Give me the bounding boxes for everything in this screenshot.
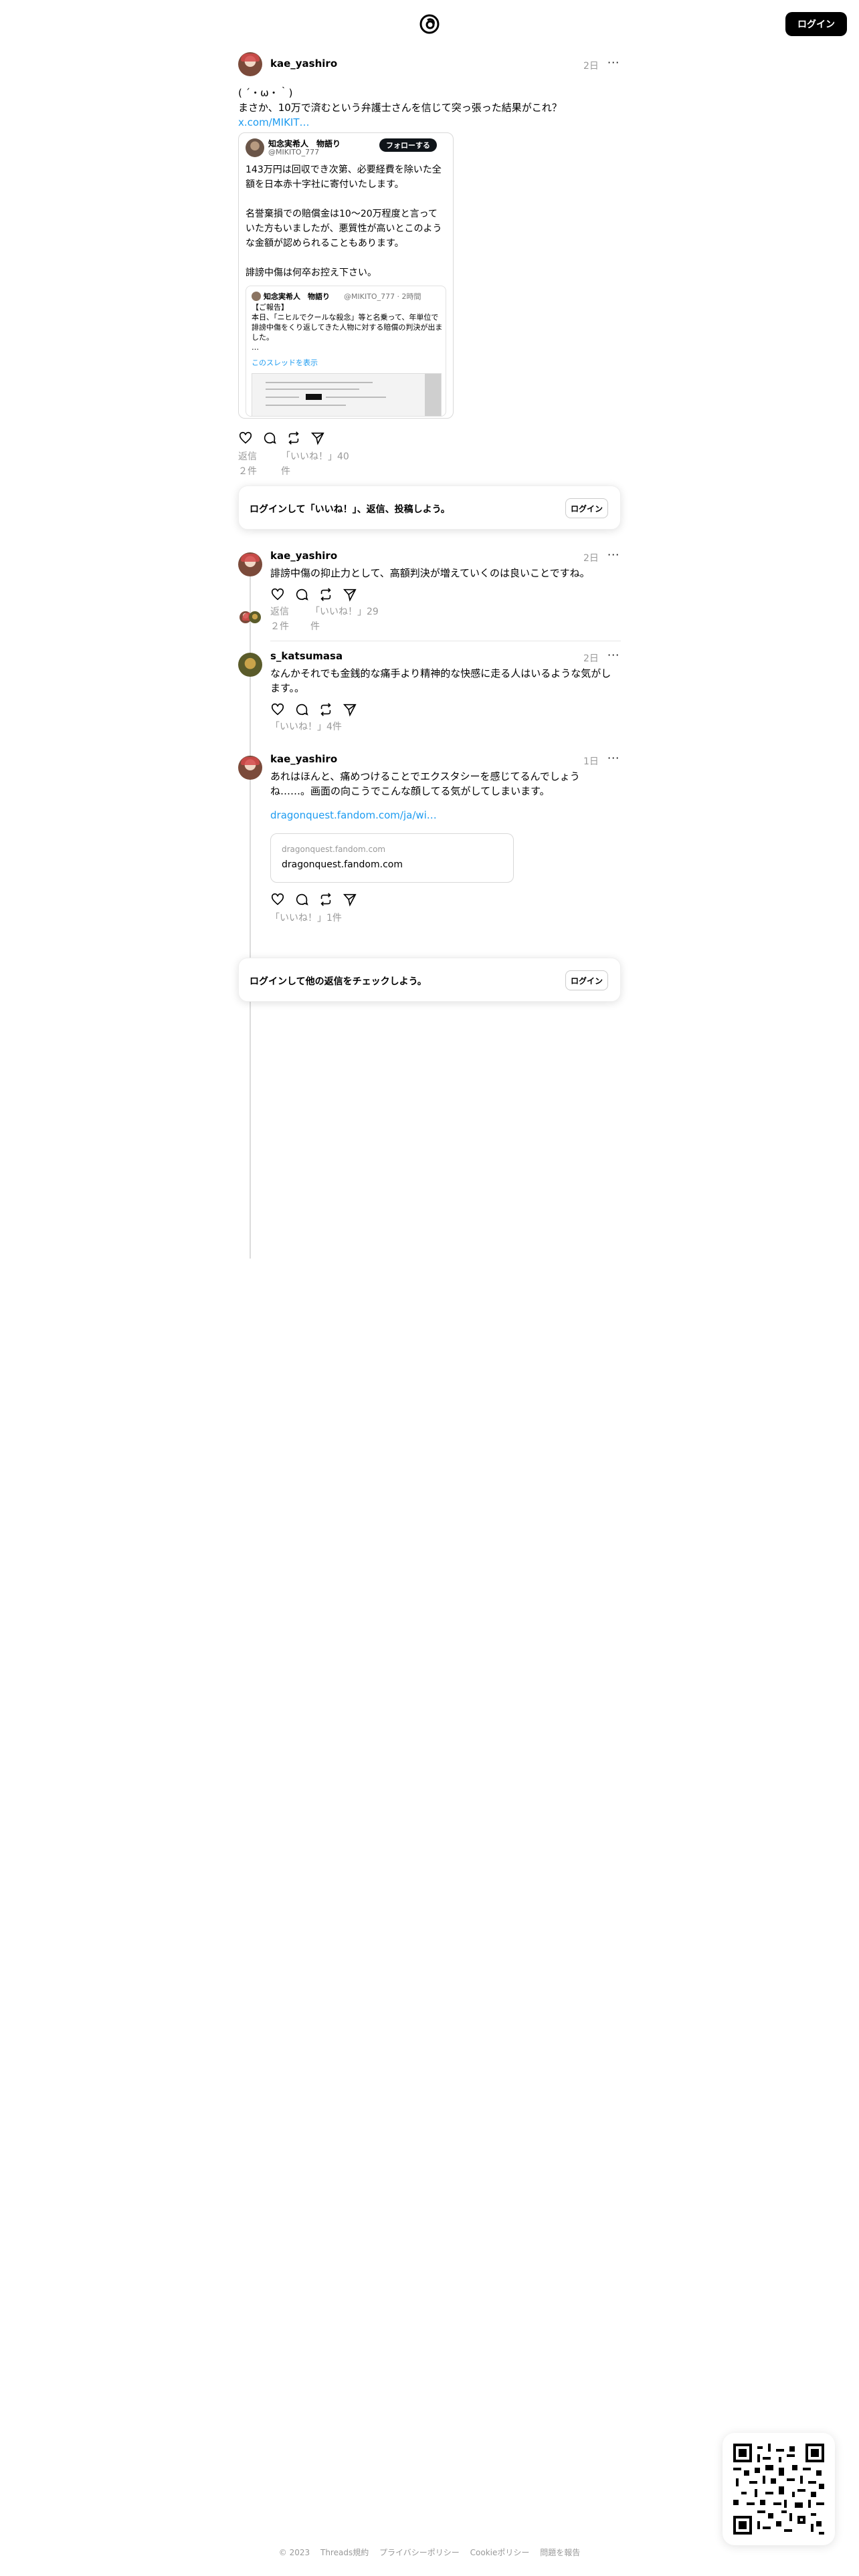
replier-avatar-small (249, 611, 261, 623)
footer-copyright: © 2023 (278, 2548, 310, 2557)
login-prompt-text: ログインして他の返信をチェックしよう。 (250, 976, 427, 987)
more-options-icon[interactable]: ··· (607, 56, 619, 69)
link-preview-card[interactable]: dragonquest.fandom.com dragonquest.fando… (270, 833, 514, 883)
login-button[interactable]: ログイン (785, 12, 847, 36)
share-icon[interactable] (343, 892, 357, 907)
reply-count[interactable]: 返信２件 (238, 449, 265, 479)
heart-icon[interactable] (270, 702, 285, 717)
link-preview-domain: dragonquest.fandom.com (282, 845, 386, 854)
embed-author-handle: @MIKITO_777 (268, 148, 320, 156)
qr-code[interactable] (723, 2433, 835, 2545)
share-icon[interactable] (343, 587, 357, 602)
embed-avatar (246, 138, 264, 157)
reply-actions (270, 587, 357, 602)
share-icon[interactable] (310, 431, 325, 445)
post-text-line1: ( ´・ω・｀) (238, 87, 293, 99)
reply-time: 2日 (583, 653, 599, 664)
quote-image[interactable] (252, 373, 442, 416)
share-icon[interactable] (343, 702, 357, 717)
avatar[interactable] (238, 756, 262, 780)
repost-icon[interactable] (318, 702, 333, 717)
comment-icon[interactable] (262, 431, 277, 445)
reply-count[interactable]: 返信２件 (270, 605, 297, 634)
post-actions (238, 431, 325, 445)
more-options-icon[interactable]: ··· (607, 752, 619, 764)
login-prompt-text: ログインして「いいね！」、返信、投稿しよう。 (250, 504, 450, 515)
like-count[interactable]: 「いいね！」4件 (270, 720, 344, 734)
quote-author-name: 知念実希人 物語り (264, 292, 330, 301)
quote-body: 【ご報告】 本日、「ニヒルでクールな殺念」等と名乗って、年単位で誹謗中傷をくり返… (252, 303, 443, 352)
reply-text: なんかそれでも金銭的な痛手より精神的な快感に走る人はいるような気がします。。 (270, 667, 611, 694)
reply-time: 2日 (583, 553, 599, 564)
login-prompt-button[interactable]: ログイン (565, 970, 608, 990)
avatar[interactable] (238, 52, 262, 76)
qr-code-icon (733, 2444, 824, 2535)
post-link[interactable]: x.com/MIKIT… (238, 115, 310, 130)
reply-username[interactable]: kae_yashiro (270, 550, 337, 562)
post-username[interactable]: kae_yashiro (270, 58, 337, 70)
avatar[interactable] (238, 653, 262, 677)
heart-icon[interactable] (270, 892, 285, 907)
reply-text: あれはほんと、痛めつけることでエクスタシーを感じてるんでしょうね……。画面の向こ… (270, 770, 580, 797)
follow-button[interactable]: フォローする (379, 138, 437, 152)
threads-logo-icon[interactable] (416, 11, 443, 37)
heart-icon[interactable] (238, 431, 253, 445)
like-count[interactable]: 「いいね！」40件 (281, 449, 355, 479)
login-prompt: ログインして「いいね！」、返信、投稿しよう。 ログイン (238, 486, 621, 530)
redaction-bar (306, 394, 322, 400)
repost-icon[interactable] (318, 892, 333, 907)
reply-username[interactable]: kae_yashiro (270, 753, 337, 765)
link-preview-title: dragonquest.fandom.com (282, 859, 403, 870)
comment-icon[interactable] (294, 587, 309, 602)
login-prompt-button[interactable]: ログイン (565, 498, 608, 518)
quote-avatar (252, 292, 261, 301)
like-count[interactable]: 「いいね！」1件 (270, 911, 344, 926)
reply-username[interactable]: s_katsumasa (270, 650, 343, 662)
quote-meta: @MIKITO_777 · 2時間 (344, 292, 421, 301)
footer: © 2023 Threads規約 プライバシーポリシー Cookieポリシー 問… (0, 2547, 859, 2558)
reply-time: 1日 (583, 756, 599, 767)
footer-report-link[interactable]: 問題を報告 (540, 2548, 580, 2557)
footer-terms-link[interactable]: Threads規約 (320, 2548, 369, 2557)
avatar[interactable] (238, 552, 262, 576)
reply-actions (270, 702, 357, 717)
reply-actions (270, 892, 357, 907)
heart-icon[interactable] (270, 587, 285, 602)
quoted-tweet[interactable]: 知念実希人 物語り @MIKITO_777 · 2時間 【ご報告】 本日、「ニヒ… (246, 286, 446, 417)
thread-line (250, 576, 251, 1259)
footer-privacy-link[interactable]: プライバシーポリシー (379, 2548, 460, 2557)
more-options-icon[interactable]: ··· (607, 548, 619, 561)
repost-icon[interactable] (286, 431, 301, 445)
login-prompt: ログインして他の返信をチェックしよう。 ログイン (238, 958, 621, 1002)
footer-cookie-link[interactable]: Cookieポリシー (470, 2548, 530, 2557)
embedded-tweet[interactable]: 知念実希人 物語り @MIKITO_777 フォローする 143万円は回収でき次… (238, 132, 454, 419)
repost-icon[interactable] (318, 587, 333, 602)
embed-body: 143万円は回収でき次第、必要経費を除いた全額を日本赤十字社に寄付いたします。 … (246, 165, 442, 278)
comment-icon[interactable] (294, 892, 309, 907)
show-thread-link[interactable]: このスレッドを表示 (252, 357, 318, 368)
more-options-icon[interactable]: ··· (607, 649, 619, 661)
comment-icon[interactable] (294, 702, 309, 717)
reply-text: 誹謗中傷の抑止力として、高額判決が増えていくのは良いことですね。 (270, 567, 590, 579)
like-count[interactable]: 「いいね！」29件 (310, 605, 384, 634)
post-text-line2: まさか、10万で済むという弁護士さんを信じて突っ張った結果がこれ？ (238, 102, 562, 114)
post-time: 2日 (583, 61, 599, 72)
image-scroll-shade (425, 374, 441, 416)
reply-link[interactable]: dragonquest.fandom.com/ja/wi… (270, 808, 437, 823)
